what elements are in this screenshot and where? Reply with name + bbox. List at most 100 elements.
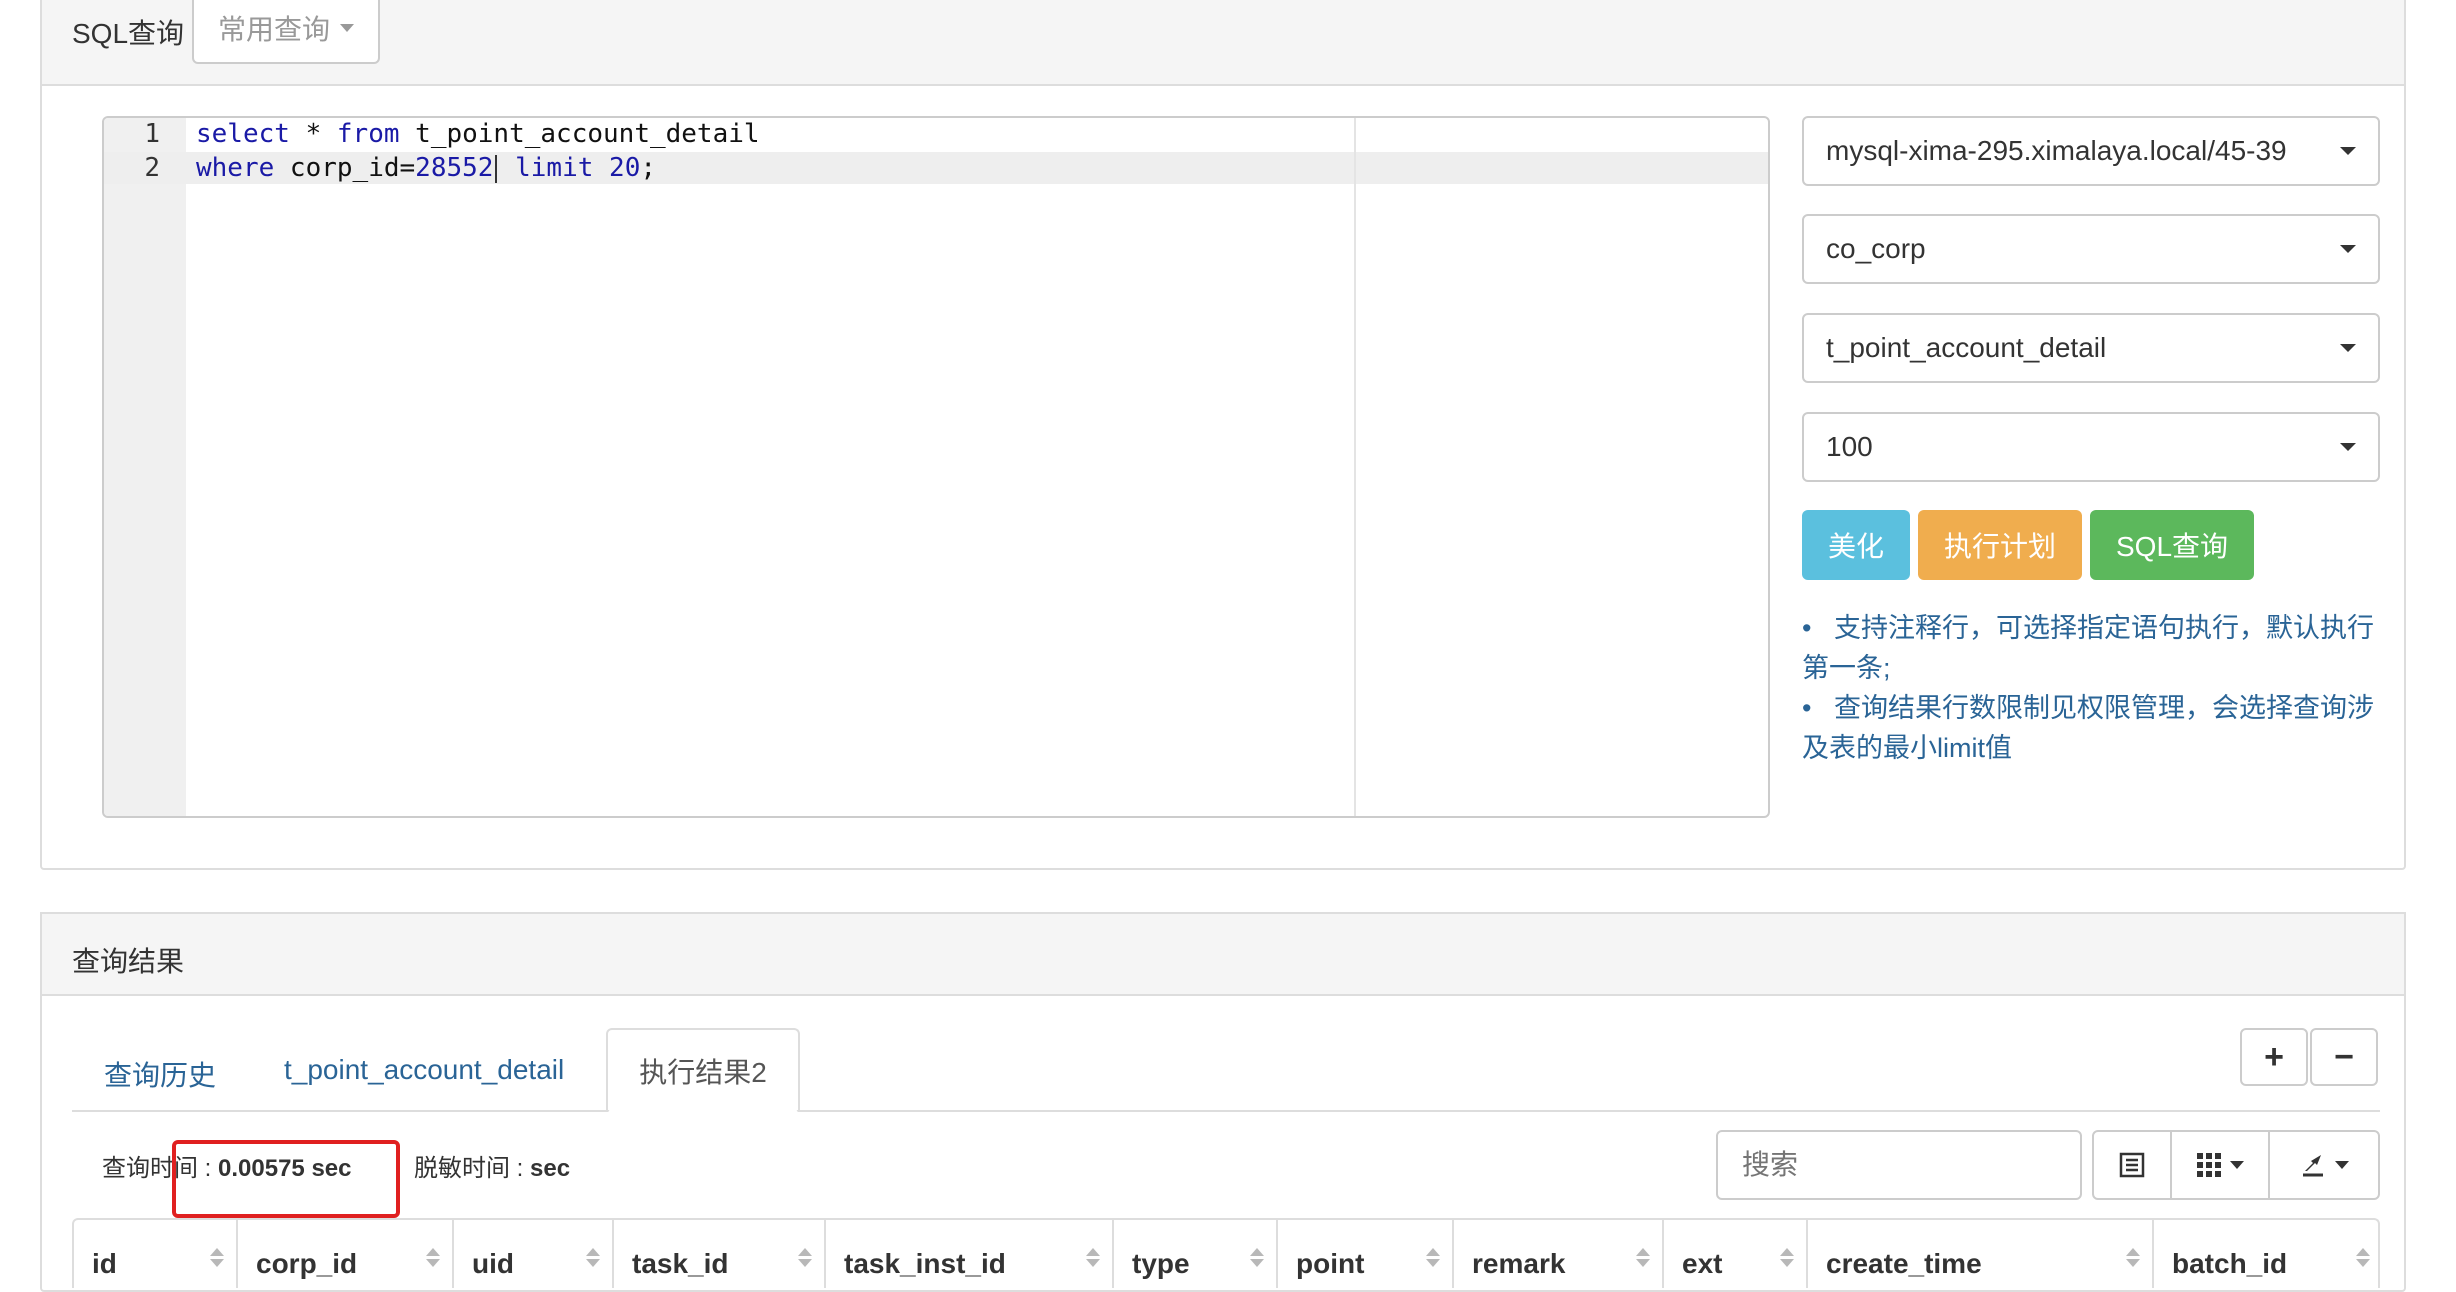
sql-keyword: where [196, 153, 275, 183]
column-header-label: point [1296, 1248, 1365, 1279]
sql-number: 28552 [415, 153, 494, 183]
sort-icon [2126, 1248, 2140, 1267]
line-number: 2 [144, 153, 160, 183]
column-header-remark[interactable]: remark [1454, 1220, 1664, 1288]
add-tab-button[interactable]: + [2240, 1028, 2308, 1086]
tips-list: • 支持注释行，可选择指定语句执行，默认执行第一条; • 查询结果行数限制见权限… [1802, 608, 2380, 768]
beautify-button[interactable]: 美化 [1802, 510, 1910, 580]
tabs-divider [72, 1110, 2380, 1112]
sql-text: * [289, 119, 337, 149]
tip-text: 查询结果行数限制见权限管理，会选择查询涉及表的最小limit值 [1802, 693, 2374, 763]
highlight-annotation-box [172, 1140, 400, 1218]
sort-icon [1780, 1248, 1794, 1267]
list-icon [2119, 1152, 2145, 1178]
column-header-label: ext [1682, 1248, 1723, 1279]
editor-print-margin [1354, 118, 1356, 816]
caret-down-icon [2335, 1161, 2349, 1169]
export-icon [2303, 1155, 2323, 1177]
database-select[interactable]: co_corp [1802, 214, 2380, 284]
caret-down-icon [340, 24, 354, 32]
sql-text: t_point_account_detail [399, 119, 760, 149]
column-header-label: create_time [1826, 1248, 1982, 1279]
remove-tab-button[interactable]: − [2310, 1028, 2378, 1086]
tab-execution-result-2[interactable]: 执行结果2 [606, 1028, 800, 1112]
text-cursor [495, 154, 498, 183]
code-line[interactable]: select * from t_point_account_detail [196, 119, 760, 149]
sort-icon [426, 1248, 440, 1267]
limit-select[interactable]: 100 [1802, 412, 2380, 482]
code-line[interactable]: where corp_id=28552 limit 20; [196, 153, 656, 183]
sql-text: corp_id= [274, 153, 416, 183]
tip-text: 支持注释行，可选择指定语句执行，默认执行第一条; [1802, 613, 2374, 683]
sql-keyword: select [196, 119, 290, 149]
column-header-uid[interactable]: uid [454, 1220, 614, 1288]
column-header-point[interactable]: point [1278, 1220, 1454, 1288]
tip-item: • 支持注释行，可选择指定语句执行，默认执行第一条; [1802, 613, 2374, 683]
column-header-label: corp_id [256, 1248, 358, 1279]
table-select[interactable]: t_point_account_detail [1802, 313, 2380, 383]
database-select-value: co_corp [1826, 233, 1926, 264]
list-view-button[interactable] [2092, 1130, 2172, 1200]
sql-query-panel-header [40, 0, 2406, 86]
caret-down-icon [2340, 245, 2356, 253]
column-header-ext[interactable]: ext [1664, 1220, 1808, 1288]
column-header-corp-id[interactable]: corp_id [238, 1220, 454, 1288]
result-table-header: id corp_id uid task_id task_inst_id type… [72, 1218, 2380, 1288]
search-input[interactable] [1716, 1130, 2082, 1200]
editor-gutter [104, 118, 186, 816]
sort-icon [1426, 1248, 1440, 1267]
sort-icon [2356, 1248, 2370, 1267]
mask-time-value: sec [530, 1155, 571, 1182]
column-header-label: remark [1472, 1248, 1566, 1279]
sql-query-button[interactable]: SQL查询 [2090, 510, 2254, 580]
explain-button[interactable]: 执行计划 [1918, 510, 2082, 580]
sort-icon [1250, 1248, 1264, 1267]
active-tab-underline-mask [608, 1108, 798, 1114]
sql-number: 20 [609, 153, 641, 183]
sql-keyword: from [336, 119, 400, 149]
sort-icon [586, 1248, 600, 1267]
column-header-label: id [92, 1248, 117, 1279]
mask-time-label: 脱敏时间 : [414, 1155, 531, 1182]
sort-icon [798, 1248, 812, 1267]
sort-icon [210, 1248, 224, 1267]
column-header-label: type [1132, 1248, 1190, 1279]
columns-toggle-button[interactable] [2170, 1130, 2270, 1200]
mask-time: 脱敏时间 : sec [414, 1148, 570, 1183]
column-header-id[interactable]: id [74, 1220, 238, 1288]
caret-down-icon [2340, 443, 2356, 451]
tip-item: • 查询结果行数限制见权限管理，会选择查询涉及表的最小limit值 [1802, 693, 2374, 763]
sql-query-title: SQL查询 [72, 18, 185, 49]
sql-keyword: limit [515, 153, 594, 183]
column-header-batch-id[interactable]: batch_id [2154, 1220, 2378, 1288]
column-header-type[interactable]: type [1114, 1220, 1278, 1288]
sort-icon [1086, 1248, 1100, 1267]
query-result-title: 查询结果 [72, 946, 185, 977]
instance-select[interactable]: mysql-xima-295.ximalaya.local/45-39 [1802, 116, 2380, 186]
sql-text: ; [640, 153, 657, 183]
caret-down-icon [2340, 344, 2356, 352]
column-header-task-inst-id[interactable]: task_inst_id [826, 1220, 1114, 1288]
tab-query-history[interactable]: 查询历史 [104, 1054, 216, 1094]
export-button[interactable] [2268, 1130, 2380, 1200]
columns-grid-icon [2197, 1153, 2221, 1177]
tab-table-detail[interactable]: t_point_account_detail [284, 1054, 564, 1086]
column-header-create-time[interactable]: create_time [1808, 1220, 2154, 1288]
sort-icon [1636, 1248, 1650, 1267]
instance-select-value: mysql-xima-295.ximalaya.local/45-39 [1826, 135, 2287, 166]
column-header-label: uid [472, 1248, 514, 1279]
table-select-value: t_point_account_detail [1826, 332, 2107, 363]
column-header-label: batch_id [2172, 1248, 2288, 1279]
caret-down-icon [2340, 147, 2356, 155]
column-header-task-id[interactable]: task_id [614, 1220, 826, 1288]
common-query-dropdown[interactable]: 常用查询 [192, 0, 380, 64]
common-query-label: 常用查询 [217, 14, 330, 45]
limit-select-value: 100 [1826, 431, 1873, 462]
column-header-label: task_inst_id [844, 1248, 1006, 1279]
line-number: 1 [144, 119, 160, 149]
caret-down-icon [2230, 1161, 2244, 1169]
column-header-label: task_id [632, 1248, 729, 1279]
sql-editor[interactable]: 1 2 select * from t_point_account_detail… [102, 116, 1770, 818]
